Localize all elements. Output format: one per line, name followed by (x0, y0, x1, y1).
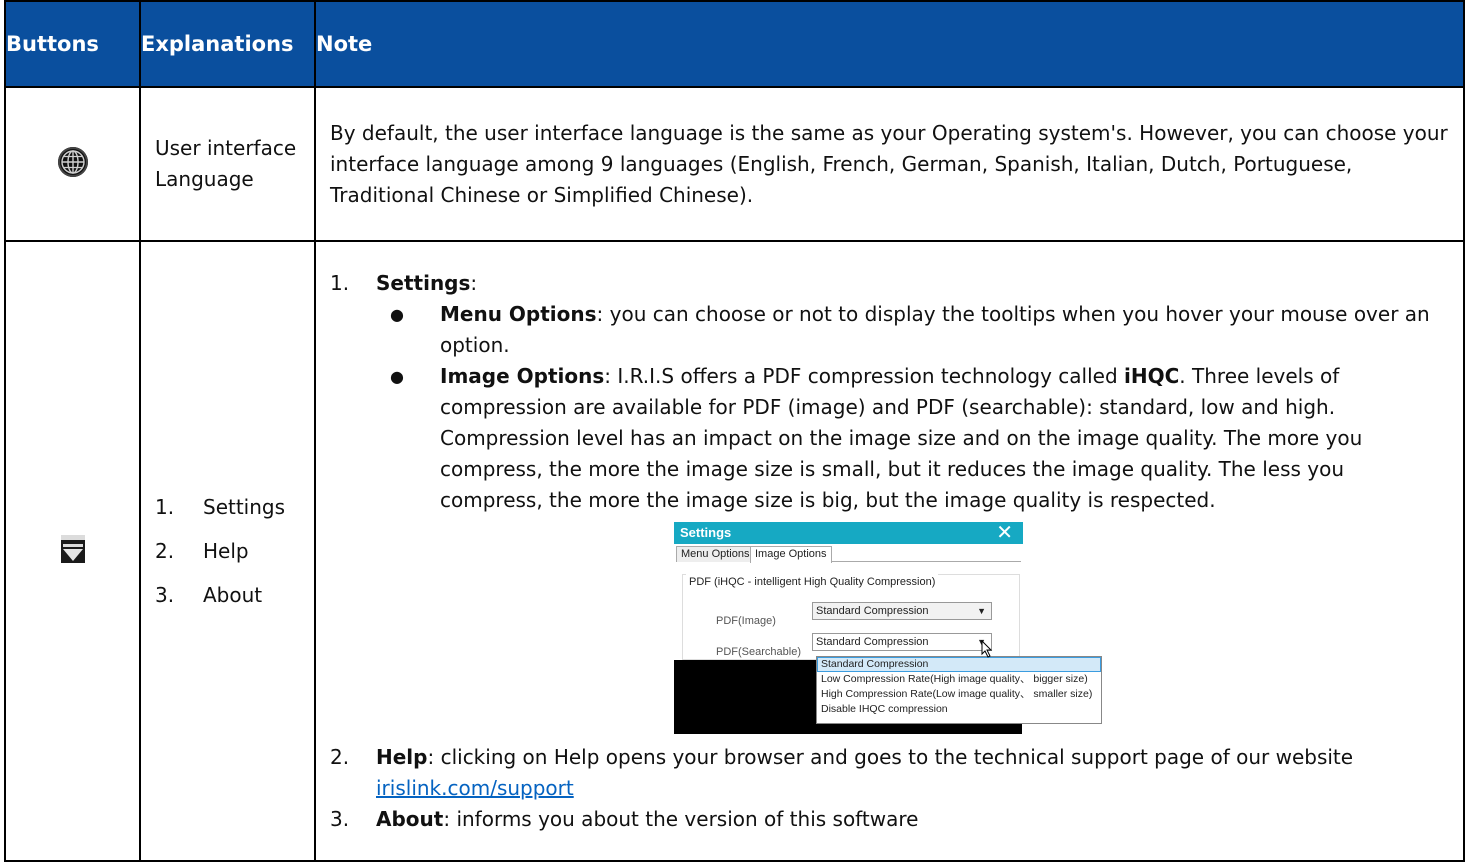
settings-dialog: Settings ✕ Menu Options Image Options PD… (674, 521, 1023, 660)
pdf-searchable-select[interactable]: Standard Compression ▼ (812, 632, 992, 651)
note-item-title: About (376, 806, 444, 831)
note-cell: 1. Settings: ● Menu Options: you can cho… (314, 240, 1465, 862)
mouse-cursor-icon (981, 639, 993, 658)
list-label: About (203, 583, 263, 607)
compression-dropdown-list: Standard Compression Low Compression Rat… (816, 655, 1102, 724)
note-item-text: : informs you about the version of this … (443, 806, 919, 831)
tab-image-options[interactable]: Image Options (750, 545, 832, 563)
note-item-text: : clicking on Help opens your browser an… (427, 744, 1354, 769)
list-item: 1. Settings (155, 485, 314, 529)
tab-menu-options[interactable]: Menu Options (676, 545, 755, 562)
settings-dialog-screenshot: Settings ✕ Menu Options Image Options PD… (674, 521, 1134, 734)
bullet-icon: ● (390, 366, 404, 386)
list-number: 1. (155, 495, 175, 519)
table-row: 1. Settings 2. Help 3. About 1. Settings: ●… (4, 240, 1465, 862)
pdf-searchable-label: PDF(Searchable) (716, 645, 801, 658)
header-explanations: Explanations (139, 0, 316, 88)
note-item-title: Settings (376, 270, 471, 295)
select-value: Standard Compression (816, 635, 929, 648)
list-number: 1. (330, 270, 350, 295)
dialog-titlebar: Settings ✕ (674, 521, 1023, 544)
list-item: 2. Help (155, 529, 314, 573)
note-item-settings: 1. Settings: (330, 268, 1449, 299)
page: Buttons Explanations Note User interface… (0, 0, 1468, 862)
dropdown-option[interactable]: High Compression Rate(Low image quality、… (817, 687, 1101, 702)
list-label: Help (203, 539, 249, 563)
dialog-tabs: Menu Options Image Options (676, 544, 1021, 563)
list-item: 3. About (155, 573, 314, 617)
globe-icon (57, 147, 88, 177)
buttons-table: Buttons Explanations Note User interface… (4, 0, 1465, 862)
bullet-image-options: ● Image Options: I.R.I.S offers a PDF co… (330, 361, 1449, 516)
select-value: Standard Compression (816, 604, 929, 617)
support-link[interactable]: irislink.com/support (376, 776, 574, 800)
explanation-cell: User interface Language (139, 86, 316, 242)
button-cell (4, 86, 141, 242)
note-item-help: 2. Help: clicking on Help opens your bro… (330, 742, 1449, 804)
list-number: 3. (330, 806, 350, 831)
bullet-text: : I.R.I.S offers a PDF compression techn… (604, 363, 1125, 388)
table-row: User interface Language By default, the … (4, 86, 1465, 242)
dropdown-option[interactable]: Disable IHQC compression (817, 702, 1101, 717)
list-number: 2. (155, 539, 175, 563)
bullet-title: Menu Options (440, 301, 597, 326)
bullet-icon: ● (390, 304, 404, 324)
pdf-image-label: PDF(Image) (716, 614, 776, 627)
dropdown-option[interactable]: Low Compression Rate(High image quality、… (817, 672, 1101, 687)
dropdown-menu-icon (60, 535, 85, 563)
note-text: By default, the user interface language … (330, 120, 1448, 207)
close-icon[interactable]: ✕ (996, 522, 1013, 544)
pdf-image-select[interactable]: Standard Compression ▼ (812, 601, 992, 620)
header-note: Note (314, 0, 1465, 88)
explanation-list: 1. Settings 2. Help 3. About (155, 485, 314, 617)
note-item-suffix: : (470, 270, 478, 295)
list-label: Settings (203, 495, 286, 519)
dropdown-option[interactable]: Standard Compression (817, 656, 1101, 672)
note-cell: By default, the user interface language … (314, 86, 1465, 242)
chevron-down-icon: ▼ (977, 605, 986, 616)
dialog-title: Settings (680, 524, 732, 540)
note-item-about: 3. About: informs you about the version … (330, 804, 1449, 835)
header-buttons: Buttons (4, 0, 141, 88)
explanation-cell: 1. Settings 2. Help 3. About (139, 240, 316, 862)
explanation-text: User interface Language (155, 136, 297, 191)
table-header-row: Buttons Explanations Note (4, 0, 1465, 88)
bullet-menu-options: ● Menu Options: you can choose or not to… (330, 299, 1449, 361)
note-item-title: Help (376, 744, 428, 769)
list-number: 2. (330, 744, 350, 769)
list-number: 3. (155, 583, 175, 607)
bullet-title: Image Options (440, 363, 605, 388)
bullet-bold-term: iHQC (1124, 363, 1180, 388)
button-cell (4, 240, 141, 862)
group-label: PDF (iHQC - intelligent High Quality Com… (686, 566, 939, 598)
